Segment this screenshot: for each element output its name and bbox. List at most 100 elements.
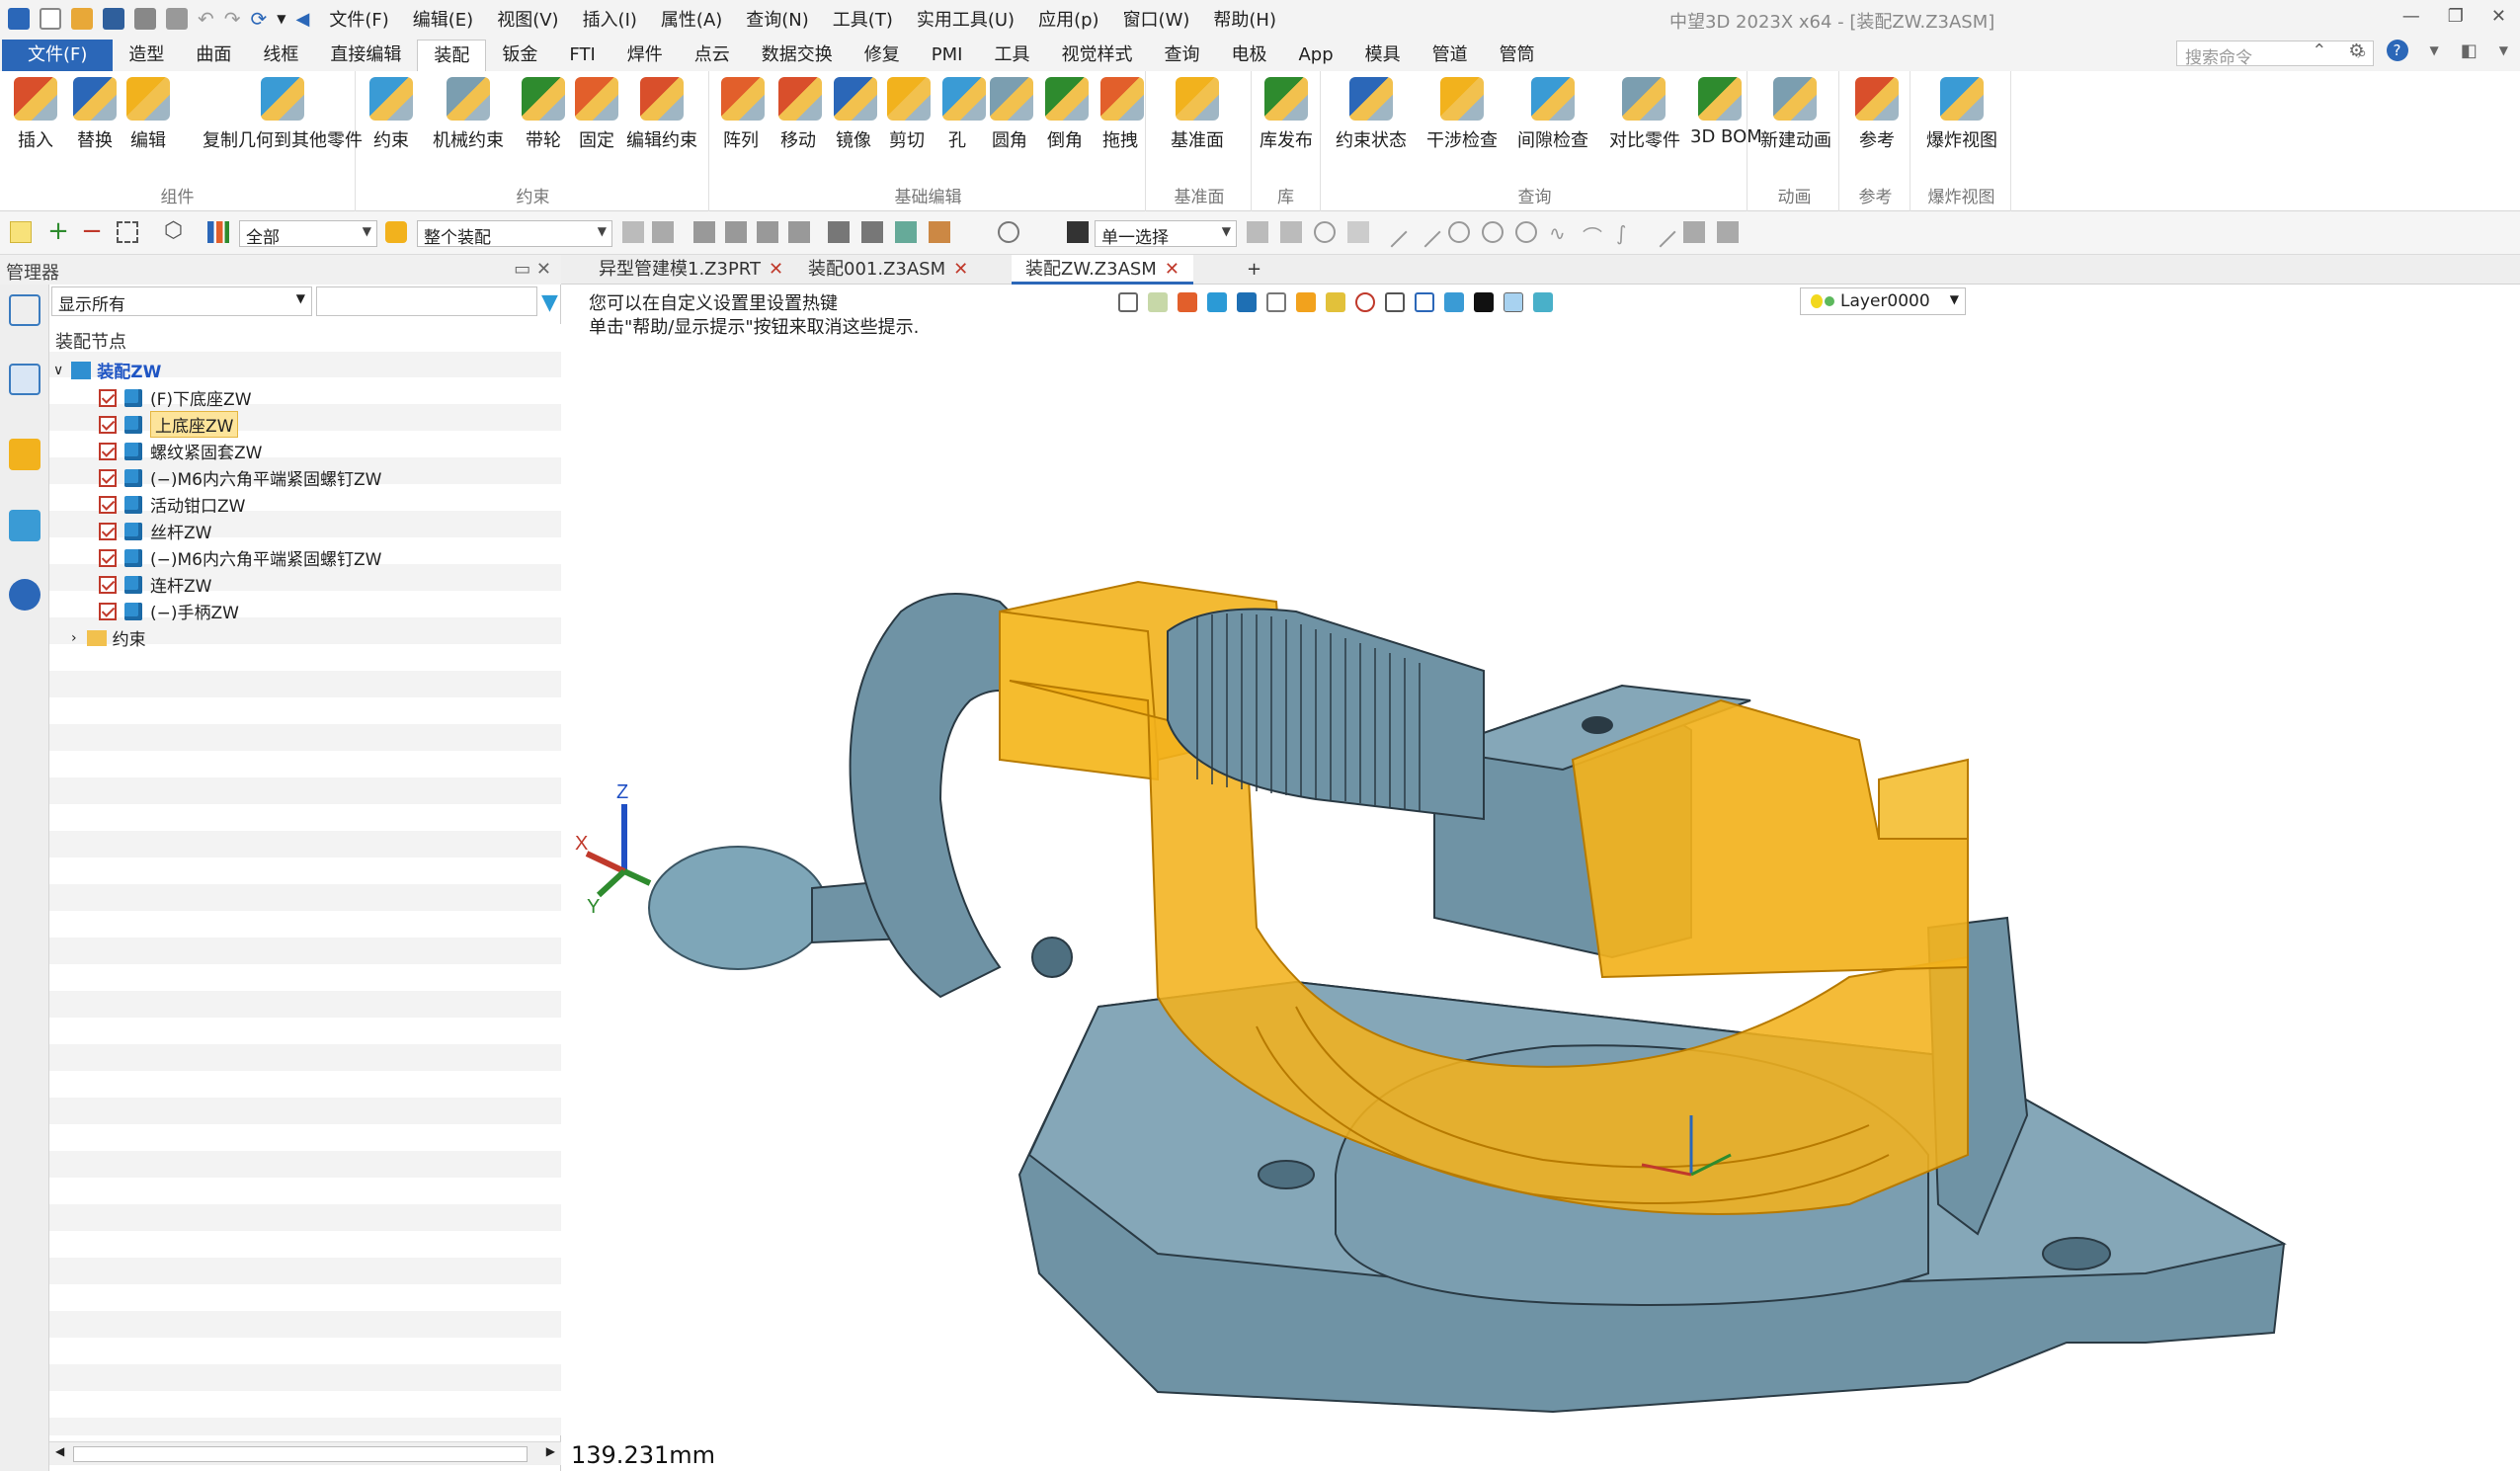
ribbon-tab[interactable]: 视觉样式 xyxy=(1045,40,1148,71)
history-manager-icon[interactable] xyxy=(9,294,41,326)
filter-combo[interactable]: 全部 ▼ xyxy=(239,220,377,248)
tree-node[interactable]: 连杆ZW xyxy=(99,571,211,598)
visibility-checkbox[interactable] xyxy=(99,388,117,407)
snap-icon-1[interactable] xyxy=(1247,221,1268,243)
ribbon-button[interactable]: 干涉检查 xyxy=(1423,77,1501,152)
close-icon[interactable]: ✕ xyxy=(2491,6,2506,27)
close-tab-icon[interactable]: ✕ xyxy=(1165,259,1179,280)
ribbon-button[interactable]: 阵列 xyxy=(721,77,765,152)
chevron-right-icon[interactable]: › xyxy=(71,630,77,646)
view-manager-icon[interactable] xyxy=(9,510,41,541)
diagonal-icon[interactable] xyxy=(1645,216,1676,248)
visibility-checkbox[interactable] xyxy=(99,602,117,620)
menu-item[interactable]: 编辑(E) xyxy=(413,6,473,32)
collapse-ribbon-icon[interactable]: ⌃ xyxy=(2312,41,2326,61)
menu-item[interactable]: 插入(I) xyxy=(583,6,637,32)
layer-stack-icon-2[interactable] xyxy=(1717,221,1739,243)
ribbon-button[interactable]: 对比零件 xyxy=(1609,77,1680,152)
3d-viewport[interactable]: 您可以在自定义设置里设置热键 单击"帮助/显示提示"按钮来取消这些提示. Lay… xyxy=(565,286,2520,1471)
ribbon-button[interactable]: 参考 xyxy=(1855,77,1899,152)
filter-icon[interactable]: ▼ xyxy=(541,290,563,315)
snap-icon-3[interactable] xyxy=(1314,221,1336,243)
visibility-checkbox[interactable] xyxy=(99,468,117,487)
menu-item[interactable]: 应用(p) xyxy=(1038,6,1098,32)
document-tab[interactable]: 装配ZW.Z3ASM ✕ xyxy=(1012,255,1193,285)
snap-icon-4[interactable] xyxy=(1347,221,1369,243)
visibility-checkbox[interactable] xyxy=(99,442,117,460)
copy-icon[interactable] xyxy=(861,221,883,243)
visibility-checkbox[interactable] xyxy=(99,575,117,594)
stop-icon[interactable] xyxy=(1067,221,1089,243)
print-preview-icon[interactable] xyxy=(166,8,188,30)
undo-icon[interactable]: ↶ xyxy=(198,7,214,31)
ribbon-button[interactable]: 编辑 xyxy=(124,77,172,152)
user-icon[interactable] xyxy=(9,579,41,611)
ribbon-button[interactable]: 间隙检查 xyxy=(1514,77,1591,152)
line-icon-1[interactable] xyxy=(1376,216,1408,248)
assembly-manager-icon[interactable] xyxy=(9,364,41,395)
image-icon[interactable] xyxy=(895,221,917,243)
restore-icon[interactable]: ❐ xyxy=(2448,6,2464,27)
ribbon-button[interactable]: 镜像 xyxy=(834,77,877,152)
tool-icon-b[interactable] xyxy=(652,221,674,243)
menu-item[interactable]: 视图(V) xyxy=(497,6,558,32)
ribbon-tab[interactable]: 直接编辑 xyxy=(314,40,417,71)
ribbon-button[interactable]: 替换 xyxy=(71,77,119,152)
tree-folder-constraints[interactable]: › 约束 xyxy=(71,624,146,651)
new-tab-icon[interactable]: + xyxy=(1233,255,1275,285)
ribbon-button[interactable]: 倒角 xyxy=(1045,77,1089,152)
menu-item[interactable]: 文件(F) xyxy=(329,6,388,32)
tree-node[interactable]: 活动钳口ZW xyxy=(99,491,245,518)
tool-icon-a[interactable] xyxy=(622,221,644,243)
settings-icon[interactable]: ⚙ xyxy=(2348,41,2364,61)
redo-icon[interactable]: ↷ xyxy=(224,7,241,31)
ribbon-tab[interactable]: 文件(F) xyxy=(2,40,114,71)
pick-icon[interactable] xyxy=(828,221,850,243)
curve-icon[interactable]: ∿ xyxy=(1549,221,1571,245)
spline-icon[interactable]: ∫ xyxy=(1616,221,1638,245)
qa-dropdown-icon[interactable]: ▼ xyxy=(277,12,285,26)
vise-model[interactable] xyxy=(565,286,2520,1471)
ribbon-button[interactable]: 固定 xyxy=(573,77,620,152)
ribbon-tab[interactable]: 点云 xyxy=(679,40,746,71)
ribbon-button[interactable]: 孔 xyxy=(942,77,986,152)
back-icon[interactable]: ◀ xyxy=(296,9,310,30)
ribbon-button[interactable]: 编辑约束 xyxy=(624,77,699,152)
align-top-icon[interactable] xyxy=(788,221,810,243)
scope-combo[interactable]: 整个装配 ▼ xyxy=(417,220,612,248)
ribbon-tab[interactable]: 数据交换 xyxy=(746,40,849,71)
tree-node[interactable]: (−)手柄ZW xyxy=(99,598,239,624)
ribbon-button[interactable]: 3D BOM xyxy=(1690,77,1762,147)
app-logo-icon[interactable] xyxy=(8,8,30,30)
ribbon-button[interactable]: 基准面 xyxy=(1168,77,1227,152)
tree-node[interactable]: (−)M6内六角平端紧固螺钉ZW xyxy=(99,544,381,571)
box-select-icon[interactable] xyxy=(117,221,138,243)
ribbon-tab[interactable]: 钣金 xyxy=(486,40,553,71)
help-dropdown-icon[interactable]: ▼ xyxy=(2430,43,2439,57)
ribbon-button[interactable]: 机械约束 xyxy=(431,77,506,152)
layer-stack-icon-1[interactable] xyxy=(1683,221,1705,243)
ribbon-tab[interactable]: 线框 xyxy=(247,40,314,71)
manager-search-input[interactable] xyxy=(316,286,537,316)
snap-icon-2[interactable] xyxy=(1280,221,1302,243)
chevron-down-icon[interactable]: ∨ xyxy=(53,363,63,378)
document-tab[interactable]: 异型管建模1.Z3PRT ✕ xyxy=(585,255,797,285)
ribbon-tab[interactable]: 查询 xyxy=(1148,40,1215,71)
ribbon-button[interactable]: 圆角 xyxy=(990,77,1033,152)
menu-item[interactable]: 属性(A) xyxy=(661,6,722,32)
add-selection-icon[interactable]: + xyxy=(47,218,69,244)
close-icon[interactable]: ▭ ✕ xyxy=(514,259,551,280)
visibility-checkbox[interactable] xyxy=(99,548,117,567)
ribbon-tab[interactable]: 造型 xyxy=(113,40,180,71)
document-tab[interactable]: 装配001.Z3ASM ✕ xyxy=(794,255,982,285)
assembly-scope-icon[interactable] xyxy=(385,221,407,243)
horizontal-scrollbar[interactable]: ◀ ▶ xyxy=(49,1441,561,1465)
ribbon-button[interactable]: 库发布 xyxy=(1260,77,1313,152)
menu-item[interactable]: 实用工具(U) xyxy=(917,6,1015,32)
ribbon-tab[interactable]: 装配 xyxy=(417,40,487,71)
align-left-icon[interactable] xyxy=(693,221,715,243)
ribbon-button[interactable]: 新建动画 xyxy=(1760,77,1831,152)
ribbon-tab[interactable]: 管道 xyxy=(1417,40,1484,71)
ribbon-button[interactable]: 拖拽 xyxy=(1100,77,1144,152)
ribbon-button[interactable]: 剪切 xyxy=(887,77,931,152)
